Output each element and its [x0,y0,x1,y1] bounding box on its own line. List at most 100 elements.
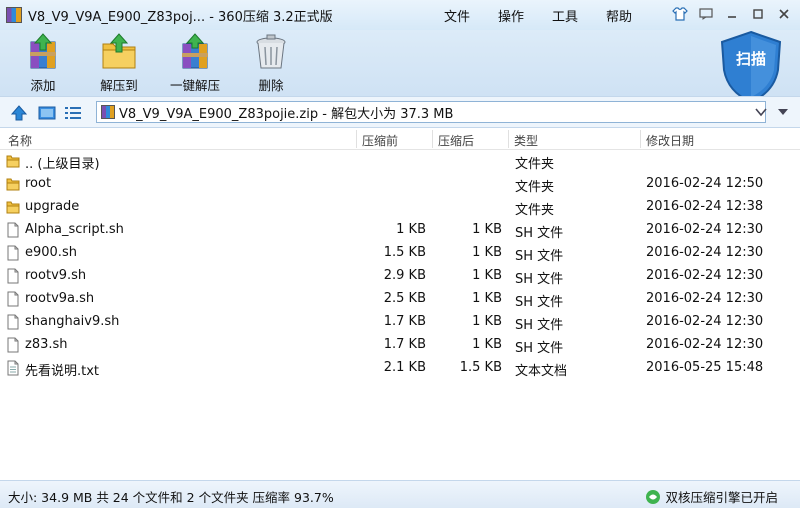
delete-button[interactable]: 删除 [236,32,306,94]
file-modified: 2016-02-24 12:30 [646,337,764,352]
window-title: V8_V9_V9A_E900_Z83poj... - 360压缩 3.2正式版 [28,9,333,25]
file-type: 文本文档 [515,364,568,379]
engine-status[interactable]: 双核压缩引擎已开启 [645,487,778,506]
file-type: SH 文件 [515,341,564,356]
folder-icon [6,176,20,192]
file-type: 文件夹 [515,203,555,218]
file-name: z83.sh [25,337,68,352]
file-row[interactable]: .. (上级目录) 文件夹 [0,150,800,173]
column-name[interactable]: 名称 [8,132,32,149]
file-name: shanghaiv9.sh [25,314,120,329]
extract-to-label: 解压到 [100,78,138,93]
menu-file[interactable]: 文件 [430,6,484,25]
file-size-before: 1.7 KB [383,337,426,352]
file-list: 名称 压缩前 压缩后 类型 修改日期 .. (上级目录) 文件夹 root 文件夹 20… [0,128,800,480]
file-modified: 2016-02-24 12:50 [646,176,764,191]
file-name: e900.sh [25,245,77,260]
file-name: 先看说明.txt [25,364,100,379]
details-view-icon[interactable] [64,105,82,121]
extract-folder-icon [99,32,139,72]
file-size-before: 1 KB [396,222,426,237]
address-bar: V8_V9_V9A_E900_Z83pojie.zip - 解包大小为 37.3… [0,96,800,128]
file-name: rootv9a.sh [25,291,95,306]
file-size-after: 1 KB [472,268,502,283]
file-size-after: 1 KB [472,222,502,237]
menu-operation[interactable]: 操作 [484,6,538,25]
chevron-down-icon[interactable] [752,101,770,123]
file-name: Alpha_script.sh [25,222,124,237]
menu-tools[interactable]: 工具 [538,6,592,25]
file-icon [6,245,20,261]
file-type: SH 文件 [515,295,564,310]
file-row[interactable]: shanghaiv9.sh 1.7 KB 1 KB SH 文件 2016-02-24 1… [0,311,800,334]
add-label: 添加 [30,78,56,93]
file-row[interactable]: root 文件夹 2016-02-24 12:50 [0,173,800,196]
close-button[interactable] [772,4,796,24]
skin-icon[interactable] [668,4,692,24]
file-icon [6,291,20,307]
folder-icon [6,199,20,215]
file-modified: 2016-02-24 12:30 [646,222,764,237]
extract-to-button[interactable]: 解压到 [84,32,154,94]
status-summary: 大小: 34.9 MB 共 24 个文件和 2 个文件夹 压缩率 93.7% [8,490,334,505]
folder-icon [6,153,20,169]
file-row[interactable]: upgrade 文件夹 2016-02-24 12:38 [0,196,800,219]
file-row[interactable]: 先看说明.txt 2.1 KB 1.5 KB 文本文档 2016-05-25 15:48 [0,357,800,380]
file-size-before: 2.1 KB [383,360,426,375]
file-type: 文件夹 [515,180,555,195]
menu-help[interactable]: 帮助 [592,6,646,25]
file-size-before: 2.5 KB [383,291,426,306]
maximize-button[interactable] [746,4,770,24]
file-modified: 2016-02-24 12:30 [646,268,764,283]
dropdown-arrow-icon[interactable] [774,101,792,123]
file-type: SH 文件 [515,226,564,241]
file-name: upgrade [25,199,80,214]
column-type[interactable]: 类型 [514,132,538,149]
file-name: root [25,176,52,191]
file-size-before: 2.9 KB [383,268,426,283]
one-click-extract-button[interactable]: 一键解压 [160,32,230,94]
file-row[interactable]: rootv9.sh 2.9 KB 1 KB SH 文件 2016-02-24 12:30 [0,265,800,288]
file-type: 文件夹 [515,157,555,172]
file-row[interactable]: e900.sh 1.5 KB 1 KB SH 文件 2016-02-24 12:30 [0,242,800,265]
file-modified: 2016-02-24 12:30 [646,291,764,306]
one-click-extract-label: 一键解压 [169,78,220,93]
engine-status-label: 双核压缩引擎已开启 [665,490,778,505]
address-field[interactable]: V8_V9_V9A_E900_Z83pojie.zip - 解包大小为 37.3… [96,101,766,123]
file-size-after: 1.5 KB [459,360,502,375]
large-icons-view-icon[interactable] [38,105,56,121]
column-before[interactable]: 压缩前 [362,132,398,149]
file-size-after: 1 KB [472,291,502,306]
delete-label: 删除 [258,78,284,93]
file-row[interactable]: rootv9a.sh 2.5 KB 1 KB SH 文件 2016-02-24 12:3… [0,288,800,311]
up-arrow-icon[interactable] [10,105,28,121]
file-modified: 2016-02-24 12:38 [646,199,764,214]
status-bar: 大小: 34.9 MB 共 24 个文件和 2 个文件夹 压缩率 93.7% 双… [0,480,800,508]
file-row[interactable]: z83.sh 1.7 KB 1 KB SH 文件 2016-02-24 12:30 [0,334,800,357]
file-name: .. (上级目录) [25,157,100,172]
file-size-after: 1 KB [472,245,502,260]
title-bar: V8_V9_V9A_E900_Z83poj... - 360压缩 3.2正式版 … [0,0,800,30]
column-header: 名称 压缩前 压缩后 类型 修改日期 [0,128,800,150]
file-modified: 2016-02-24 12:30 [646,245,764,260]
zip-archive-icon [101,105,115,119]
file-type: SH 文件 [515,318,564,333]
add-archive-icon [23,32,63,72]
minimize-button[interactable] [720,4,744,24]
text-file-icon [6,360,20,376]
feedback-icon[interactable] [694,4,718,24]
add-button[interactable]: 添加 [8,32,78,94]
file-row[interactable]: Alpha_script.sh 1 KB 1 KB SH 文件 2016-02-24 1… [0,219,800,242]
column-after[interactable]: 压缩后 [438,132,474,149]
file-icon [6,268,20,284]
address-path: V8_V9_V9A_E900_Z83pojie.zip - 解包大小为 37.3… [119,106,454,122]
scan-button[interactable]: 扫描 [718,30,784,104]
app-icon [6,7,22,23]
file-name: rootv9.sh [25,268,87,283]
file-icon [6,337,20,353]
trash-icon [251,32,291,72]
menu-bar: 文件 操作 工具 帮助 [430,0,646,30]
file-size-before: 1.7 KB [383,314,426,329]
column-modified[interactable]: 修改日期 [646,132,694,149]
one-click-extract-icon [175,32,215,72]
